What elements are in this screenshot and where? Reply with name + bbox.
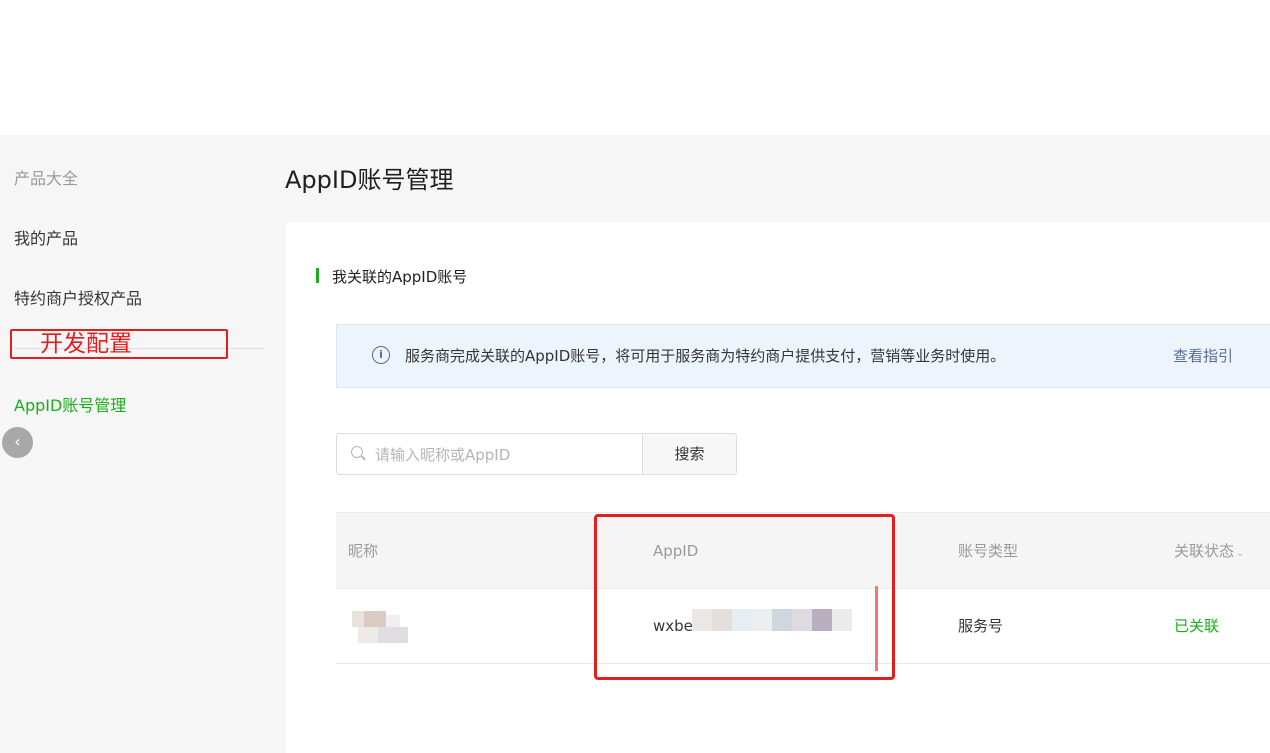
column-header-nickname: 昵称 <box>348 542 379 560</box>
column-header-type: 账号类型 <box>958 542 1019 560</box>
annotation-highlight-box <box>594 514 895 680</box>
search-icon <box>351 446 363 458</box>
sidebar-item-appid-management[interactable]: AppID账号管理 <box>14 392 126 416</box>
sidebar-group-dev-config[interactable]: 开发配置 <box>10 329 228 359</box>
notice-text: 服务商完成关联的AppID账号，将可用于服务商为特约商户提供支付，营销等业务时使… <box>405 347 1006 365</box>
chevron-down-icon[interactable]: ⌄ <box>1236 548 1244 559</box>
column-header-status-label: 关联状态 <box>1174 542 1235 560</box>
sidebar: 产品大全 我的产品 特约商户授权产品 开发配置 AppID账号管理 ‹ <box>0 135 265 753</box>
page-title: AppID账号管理 <box>285 166 454 194</box>
column-header-status[interactable]: 关联状态 ⌄ <box>1174 513 1244 592</box>
section-title: 我关联的AppID账号 <box>316 266 467 287</box>
sidebar-item-authorized-products[interactable]: 特约商户授权产品 <box>14 285 142 309</box>
search-input[interactable] <box>373 434 637 476</box>
chevron-left-icon[interactable]: ‹ <box>2 427 33 458</box>
sidebar-item-my-products[interactable]: 我的产品 <box>14 225 78 249</box>
notice-bar: i 服务商完成关联的AppID账号，将可用于服务商为特约商户提供支付，营销等业务… <box>336 324 1270 388</box>
account-type: 服务号 <box>958 617 1004 635</box>
blurred-nickname <box>352 611 416 647</box>
status-badge: 已关联 <box>1174 617 1220 635</box>
search-button[interactable]: 搜索 <box>642 433 737 475</box>
sidebar-category[interactable]: 产品大全 <box>14 165 78 189</box>
search-box[interactable] <box>336 433 643 476</box>
annotation-line <box>875 586 878 671</box>
view-guide-link[interactable]: 查看指引 <box>1173 325 1233 387</box>
info-icon: i <box>372 346 390 364</box>
